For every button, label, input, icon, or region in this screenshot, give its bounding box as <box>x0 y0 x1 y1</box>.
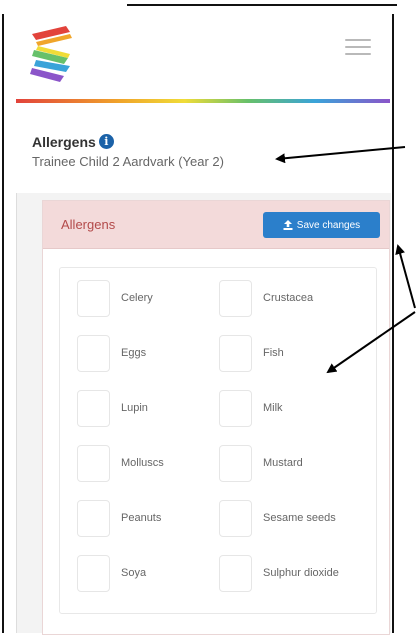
allergen-option[interactable]: Sulphur dioxide <box>219 553 339 593</box>
allergen-label: Milk <box>263 402 283 414</box>
allergen-checkbox[interactable] <box>77 334 110 372</box>
allergen-label: Sesame seeds <box>263 512 336 524</box>
allergen-checkbox[interactable] <box>77 554 110 592</box>
allergen-label: Mustard <box>263 457 303 469</box>
allergen-label: Lupin <box>121 402 148 414</box>
stripes-logo-icon[interactable] <box>30 24 74 82</box>
allergen-checkbox[interactable] <box>77 279 110 317</box>
allergen-option[interactable]: Crustacea <box>219 278 313 318</box>
info-icon[interactable]: i <box>98 134 114 149</box>
top-divider <box>127 4 397 6</box>
upload-icon <box>283 220 293 230</box>
panel-title: Allergens <box>61 217 116 232</box>
allergen-checkbox[interactable] <box>219 389 252 427</box>
allergen-checkbox[interactable] <box>77 389 110 427</box>
allergen-checkbox[interactable] <box>77 499 110 537</box>
allergen-label: Peanuts <box>121 512 162 524</box>
allergen-label: Celery <box>121 292 153 304</box>
save-changes-button[interactable]: Save changes <box>263 212 380 238</box>
rainbow-divider <box>16 99 390 103</box>
hamburger-menu-icon[interactable] <box>345 39 371 57</box>
allergen-option[interactable]: Fish <box>219 333 284 373</box>
child-name: Trainee Child 2 Aardvark (Year 2) <box>32 154 224 169</box>
allergen-option[interactable]: Celery <box>77 278 153 318</box>
top-border <box>0 0 418 9</box>
page-title: Allergens i <box>32 134 114 150</box>
allergen-label: Crustacea <box>263 292 314 304</box>
allergen-label: Molluscs <box>121 457 164 469</box>
allergen-option[interactable]: Peanuts <box>77 498 161 538</box>
allergen-option[interactable]: Mustard <box>219 443 303 483</box>
save-changes-label: Save changes <box>296 219 361 231</box>
allergen-checkbox[interactable] <box>219 499 252 537</box>
allergen-option[interactable]: Lupin <box>77 388 148 428</box>
allergen-label: Eggs <box>121 347 147 359</box>
allergen-option[interactable]: Soya <box>77 553 146 593</box>
panel-header: Allergens Save changes <box>43 201 389 249</box>
allergen-checkbox[interactable] <box>219 554 252 592</box>
page-title-text: Allergens <box>32 134 96 150</box>
allergen-label: Fish <box>263 347 284 359</box>
menu-bar <box>345 46 371 48</box>
menu-bar <box>345 39 371 41</box>
allergen-option[interactable]: Eggs <box>77 333 146 373</box>
allergen-option[interactable]: Milk <box>219 388 283 428</box>
allergen-checkbox[interactable] <box>219 444 252 482</box>
allergen-label: Soya <box>121 567 147 579</box>
allergen-checkbox[interactable] <box>219 334 252 372</box>
menu-bar <box>345 53 371 55</box>
allergen-checkbox[interactable] <box>219 279 252 317</box>
allergen-option[interactable]: Sesame seeds <box>219 498 336 538</box>
allergen-label: Sulphur dioxide <box>263 567 339 579</box>
allergen-option[interactable]: Molluscs <box>77 443 164 483</box>
allergen-grid: Celery Crustacea Eggs Fish Lupin Milk Molluscs… <box>59 267 377 614</box>
annotation-arrow <box>395 244 416 309</box>
allergen-checkbox[interactable] <box>77 444 110 482</box>
allergens-panel: Allergens Save changes Celery Crustacea Eg… <box>42 200 390 635</box>
